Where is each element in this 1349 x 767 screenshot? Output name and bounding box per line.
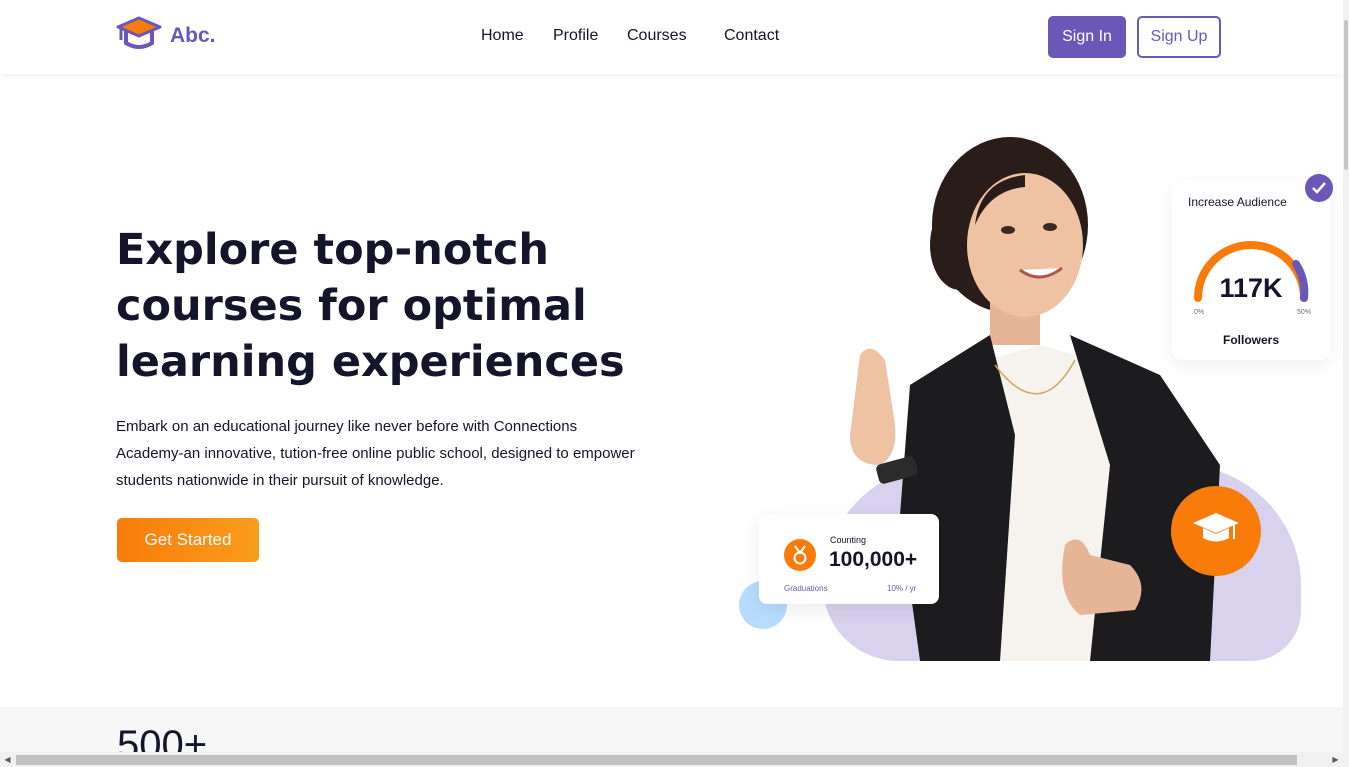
horizontal-scroll-thumb[interactable] — [16, 755, 1297, 765]
audience-card: Increase Audience 117K 0% 50% Followers — [1172, 180, 1330, 360]
nav-home[interactable]: Home — [481, 27, 524, 45]
brand-logo[interactable]: Abc. — [116, 16, 216, 56]
counting-label: Counting — [830, 535, 867, 545]
check-icon — [1305, 174, 1333, 202]
vertical-scroll-thumb[interactable] — [1344, 20, 1348, 170]
nav-courses[interactable]: Courses — [627, 27, 687, 45]
sign-in-button[interactable]: Sign In — [1048, 16, 1126, 58]
audience-title: Increase Audience — [1188, 195, 1287, 209]
brand-name: Abc. — [170, 24, 216, 47]
counting-card: Counting 100,000+ Graduations 10% / yr — [759, 514, 939, 604]
gauge-max-label: 50% — [1297, 309, 1312, 316]
top-navbar: Abc. Home Profile Courses Contact Sign I… — [0, 0, 1343, 74]
graduation-cap-logo-icon — [116, 16, 162, 56]
scroll-right-icon[interactable]: ▶ — [1328, 752, 1343, 767]
medal-icon — [784, 539, 816, 571]
hero-title: Explore top-notch courses for optimal le… — [116, 225, 625, 387]
counting-value: 100,000+ — [829, 548, 918, 571]
hero-description: Embark on an educational journey like ne… — [116, 418, 635, 489]
graduation-badge — [1171, 486, 1261, 576]
get-started-button[interactable]: Get Started — [117, 518, 259, 562]
graduation-cap-icon — [1191, 511, 1241, 551]
audience-value: 117K — [1219, 273, 1283, 303]
gauge-min-label: 0% — [1194, 309, 1205, 316]
nav-contact[interactable]: Contact — [724, 27, 779, 45]
growth-rate: 10% / yr — [887, 584, 917, 593]
graduations-label: Graduations — [784, 584, 828, 593]
sign-up-button[interactable]: Sign Up — [1137, 16, 1221, 58]
nav-profile[interactable]: Profile — [553, 27, 598, 45]
followers-label: Followers — [1222, 333, 1279, 347]
scroll-left-icon[interactable]: ◀ — [0, 752, 15, 767]
